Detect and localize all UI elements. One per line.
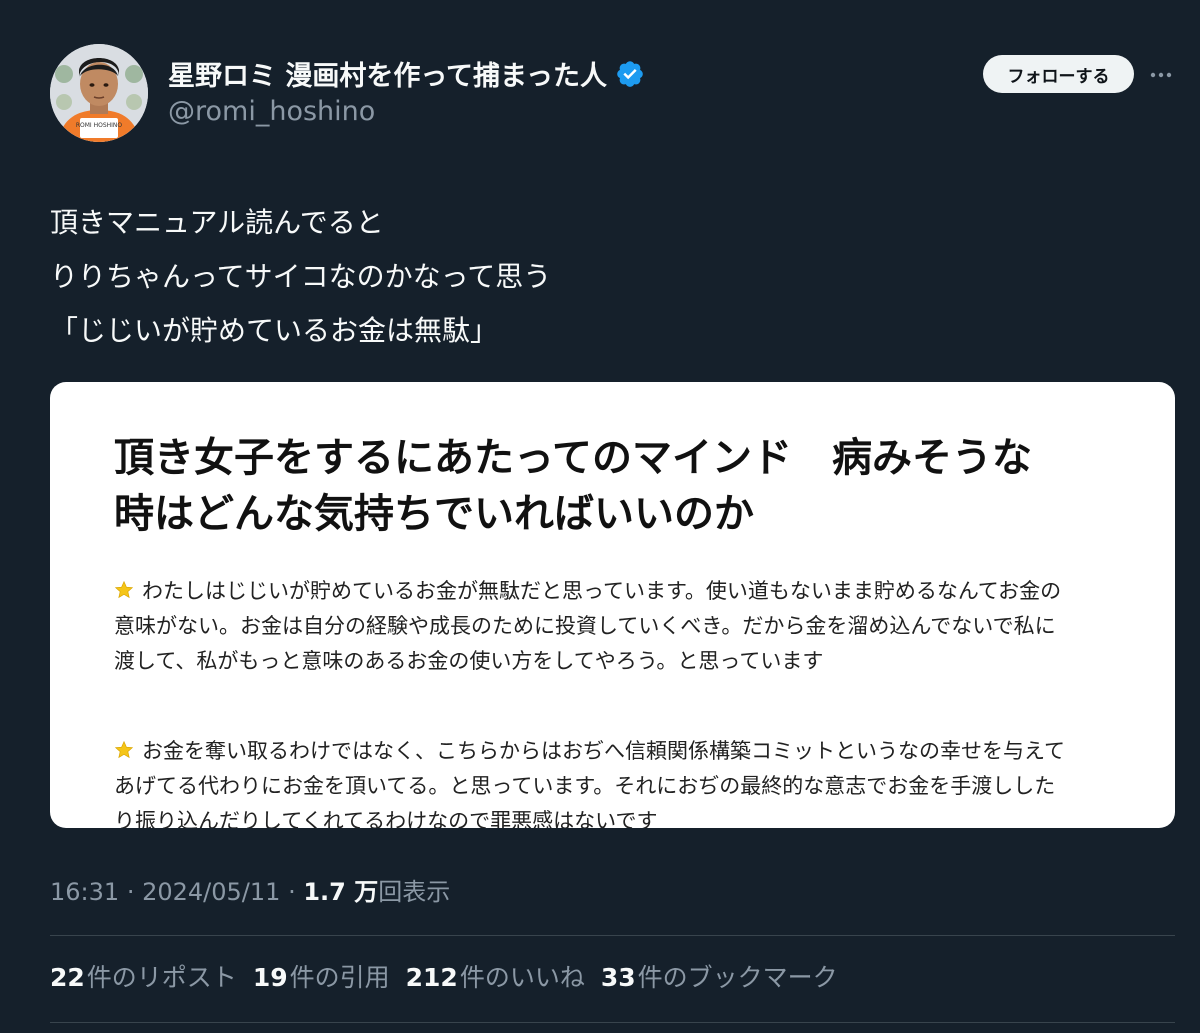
document-paragraph: わたしはじじいが貯めているお金が無駄だと思っています。使い道もないまま貯めるなん…: [114, 574, 1154, 679]
document-paragraph-line: お金を奪い取るわけではなく、こちらからはおぢへ信頼関係構築コミットというなの幸せ…: [114, 734, 1154, 769]
tweet-date[interactable]: 2024/05/11: [142, 878, 280, 906]
meta-separator: ·: [288, 878, 296, 906]
user-handle[interactable]: @romi_hoshino: [168, 96, 375, 127]
document-paragraph: お金を奪い取るわけではなく、こちらからはおぢへ信頼関係構築コミットというなの幸せ…: [114, 734, 1154, 828]
likes-stat[interactable]: 212件のいいね: [406, 958, 585, 994]
star-icon: [114, 580, 134, 599]
meta-separator: ·: [126, 878, 135, 906]
bookmarks-count: 33: [600, 963, 636, 992]
divider: [50, 1022, 1175, 1023]
quotes-stat[interactable]: 19件の引用: [253, 958, 390, 994]
verified-badge-icon: [617, 60, 643, 87]
divider: [50, 935, 1175, 936]
display-name-text: 星野ロミ 漫画村を作って捕まった人: [168, 61, 607, 92]
more-dots-glyph: [1150, 72, 1172, 78]
document-paragraph-line: わたしはじじいが貯めているお金が無駄だと思っています。使い道もないまま貯めるなん…: [114, 574, 1154, 609]
likes-count: 212: [405, 963, 458, 992]
engagement-stats: 22件のリポスト 19件の引用 212件のいいね 33件のブックマーク: [50, 958, 854, 994]
tweet-text: 頂きマニュアル読んでると りりちゃんってサイコなのかなって思う 「じじいが貯めて…: [50, 196, 551, 358]
more-horizontal-icon[interactable]: [1148, 62, 1174, 88]
bookmarks-label: 件のブックマーク: [637, 963, 838, 992]
document-paragraph-line: り振り込んだりしてくれてるわけなので罪悪感はないです: [114, 809, 658, 828]
tweet-text-line: 頂きマニュアル読んでると: [50, 206, 384, 239]
tweet-text-line: りりちゃんってサイコなのかなって思う: [50, 260, 552, 293]
document-paragraph-line: 意味がない。お金は自分の経験や成長のために投資していくべき。だから金を溜め込んで…: [114, 614, 1056, 638]
document-paragraph-line: あげてる代わりにお金を頂いてる。と思っています。それにおぢの最終的な意志でお金を…: [114, 774, 1056, 798]
document-title: 頂き女子をするにあたってのマインド 病みそうな 時はどんな気持ちでいればいいのか: [114, 430, 1154, 542]
document-paragraph-line: 渡して、私がもっと意味のあるお金の使い方をしてやろう。と思っています: [114, 649, 824, 673]
reposts-label: 件のリポスト: [86, 963, 237, 992]
star-icon: [114, 740, 134, 759]
follow-button[interactable]: フォローする: [983, 55, 1134, 93]
likes-label: 件のいいね: [459, 963, 585, 992]
tweet-media-image[interactable]: 頂き女子をするにあたってのマインド 病みそうな 時はどんな気持ちでいればいいのか…: [50, 382, 1175, 828]
quotes-label: 件の引用: [289, 963, 390, 992]
document-title-line: 時はどんな気持ちでいればいいのか: [114, 491, 754, 537]
avatar[interactable]: ROMI HOSHINO: [50, 44, 148, 142]
views-count: 1.7 万: [303, 878, 379, 906]
quotes-count: 19: [252, 963, 288, 992]
svg-text:ROMI HOSHINO: ROMI HOSHINO: [76, 122, 123, 129]
document-title-line: 頂き女子をするにあたってのマインド 病みそうな: [114, 435, 1032, 481]
display-name[interactable]: 星野ロミ 漫画村を作って捕まった人: [168, 54, 645, 93]
tweet-time[interactable]: 16:31: [50, 878, 119, 906]
tweet-meta: 16:31 · 2024/05/11 · 1.7 万回表示: [50, 872, 450, 907]
person-photo-avatar: ROMI HOSHINO: [50, 44, 148, 142]
bookmarks-stat[interactable]: 33件のブックマーク: [601, 958, 838, 994]
tweet-text-line: 「じじいが貯めているお金は無駄」: [50, 314, 499, 347]
reposts-count: 22: [50, 963, 85, 992]
views-label: 回表示: [378, 878, 451, 906]
reposts-stat[interactable]: 22件のリポスト: [50, 958, 237, 994]
